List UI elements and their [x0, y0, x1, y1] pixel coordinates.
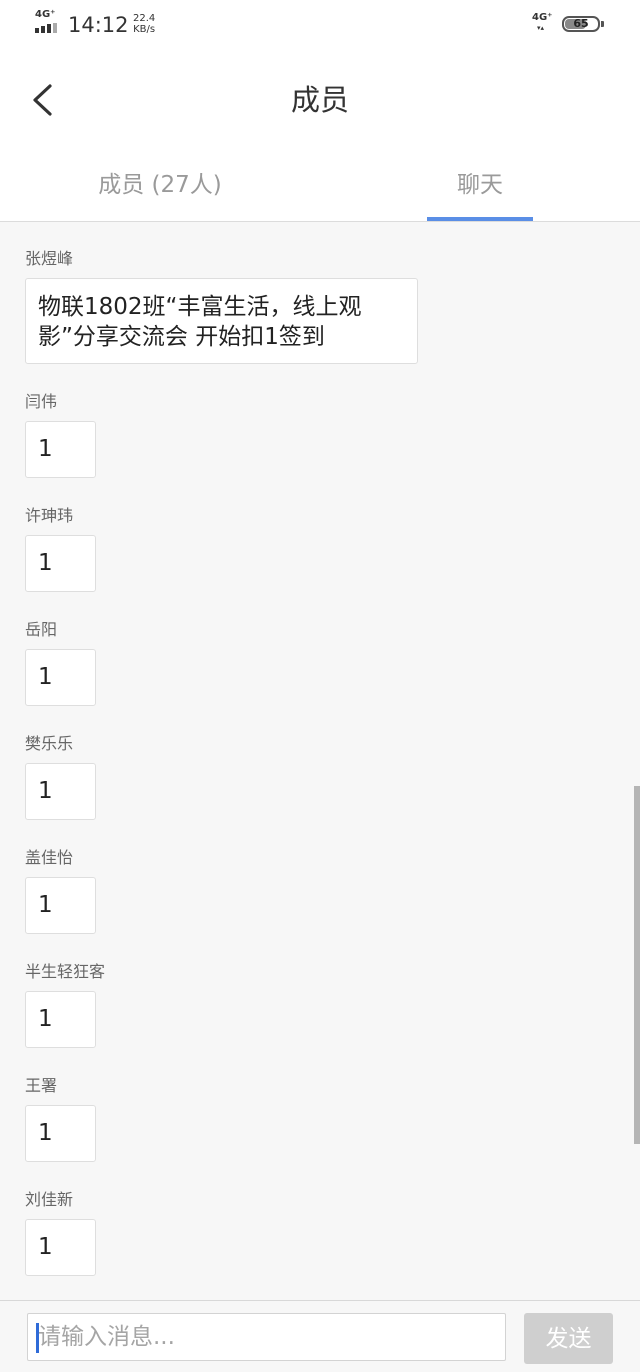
network-speed-unit: KB/s: [133, 24, 156, 35]
message-item: 半生轻狂客 1: [25, 963, 105, 1048]
message-composer: 发送: [0, 1300, 640, 1372]
message-sender: 闫伟: [25, 392, 58, 411]
message-list[interactable]: 张煜峰 物联1802班“丰富生活，线上观影”分享交流会 开始扣1签到 闫伟 1 …: [0, 222, 640, 1300]
message-bubble[interactable]: 1: [25, 421, 96, 478]
battery-icon: 65: [562, 16, 600, 32]
network-speed-value: 22.4: [133, 13, 156, 24]
status-bar: 4G⁺ 14:12 22.4 KB/s 4G⁺ ▾▴ 65: [0, 0, 640, 50]
chat-screen: 4G⁺ 14:12 22.4 KB/s 4G⁺ ▾▴ 65 成员 成员 (27人…: [0, 0, 640, 1372]
message-item: 许珅玮 1: [25, 507, 96, 592]
network-speed: 22.4 KB/s: [133, 13, 155, 35]
battery-tip: [601, 21, 604, 27]
message-sender: 刘佳新: [25, 1190, 74, 1209]
message-bubble[interactable]: 1: [25, 535, 96, 592]
status-time: 14:12: [68, 13, 129, 37]
message-sender: 王署: [25, 1076, 58, 1095]
message-bubble[interactable]: 1: [25, 763, 96, 820]
message-item: 岳阳 1: [25, 621, 96, 706]
message-item: 王署 1: [25, 1077, 96, 1162]
message-sender: 半生轻狂客: [25, 962, 106, 981]
message-sender: 许珅玮: [25, 506, 74, 525]
page-header: 成员: [0, 50, 640, 150]
battery-level: 65: [573, 17, 589, 30]
message-bubble[interactable]: 1: [25, 1219, 96, 1276]
message-item: 樊乐乐 1: [25, 735, 96, 820]
network-type-right-label: 4G⁺: [532, 12, 553, 23]
active-tab-indicator: [427, 217, 533, 221]
message-bubble[interactable]: 1: [25, 991, 96, 1048]
message-item: 盖佳怡 1: [25, 849, 96, 934]
message-sender: 张煜峰: [25, 249, 74, 268]
page-title: 成员: [290, 83, 349, 117]
data-activity-icon: ▾▴: [537, 24, 545, 32]
message-bubble[interactable]: 物联1802班“丰富生活，线上观影”分享交流会 开始扣1签到: [25, 278, 418, 364]
message-bubble[interactable]: 1: [25, 1105, 96, 1162]
message-sender: 盖佳怡: [25, 848, 74, 867]
message-item: 闫伟 1: [25, 393, 96, 478]
message-sender: 岳阳: [25, 620, 58, 639]
message-bubble[interactable]: 1: [25, 877, 96, 934]
send-button[interactable]: 发送: [524, 1313, 613, 1364]
message-bubble[interactable]: 1: [25, 649, 96, 706]
message-sender: 樊乐乐: [25, 734, 74, 753]
message-item: 刘佳新 1: [25, 1191, 96, 1276]
message-item: 张煜峰 物联1802班“丰富生活，线上观影”分享交流会 开始扣1签到: [25, 250, 418, 364]
tab-chat[interactable]: 聊天: [427, 150, 533, 221]
network-type-label: 4G⁺: [35, 9, 56, 20]
text-caret: [36, 1323, 39, 1353]
tab-members[interactable]: 成员 (27人): [60, 150, 260, 221]
tab-bar: 成员 (27人) 聊天: [0, 150, 640, 222]
scrollbar-thumb[interactable]: [634, 786, 640, 1144]
cellular-signal-icon: 4G⁺: [34, 10, 64, 36]
message-input[interactable]: [27, 1313, 506, 1361]
